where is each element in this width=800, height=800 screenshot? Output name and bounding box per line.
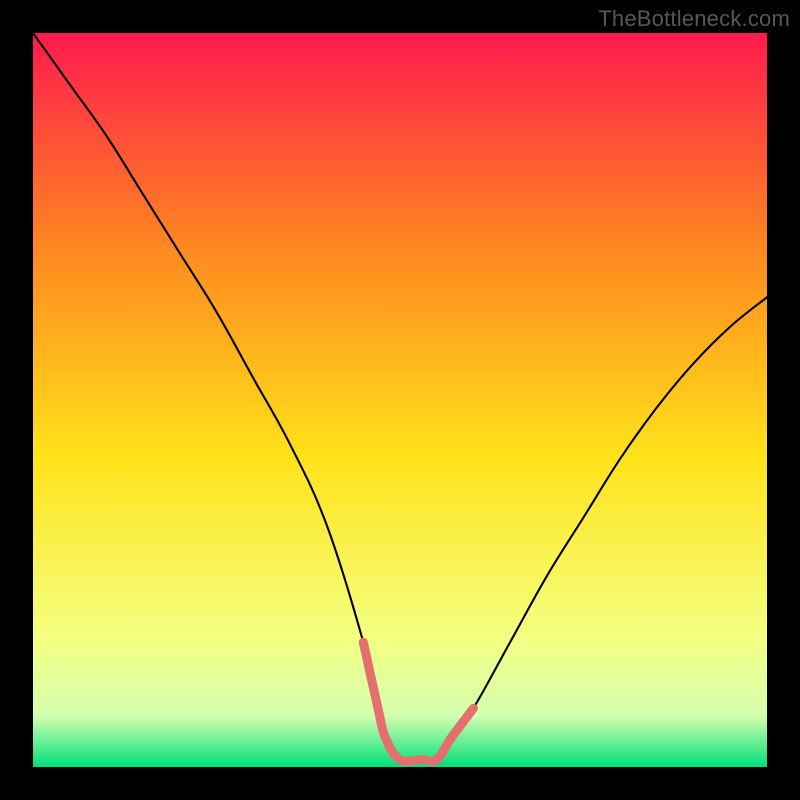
chart-frame: TheBottleneck.com	[0, 0, 800, 800]
gradient-background	[33, 33, 767, 767]
watermark-text: TheBottleneck.com	[598, 6, 790, 32]
plot-area	[33, 33, 767, 767]
bottleneck-chart	[33, 33, 767, 767]
